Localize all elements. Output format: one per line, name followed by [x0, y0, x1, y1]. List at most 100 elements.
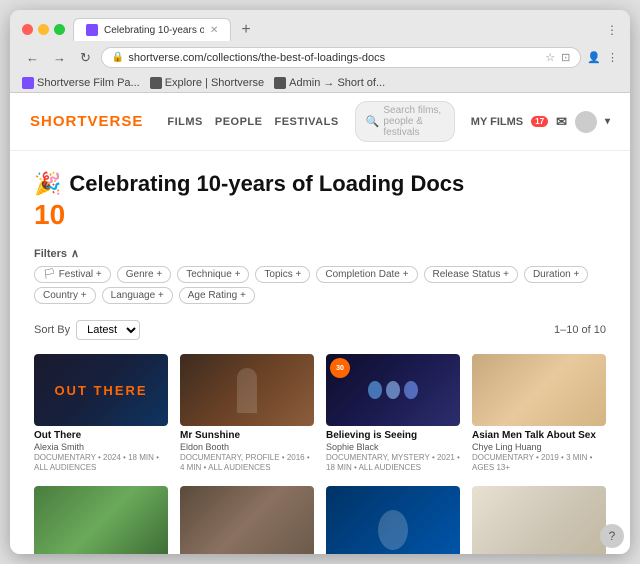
filter-technique[interactable]: Technique + [177, 266, 249, 283]
filters-section: Filters ∧ 🏳 Festival + Genre + Technique… [10, 241, 630, 314]
film-title-0: Out There [34, 430, 168, 441]
filter-festival-icon: 🏳 [43, 269, 56, 280]
pagination-text: 1–10 of 10 [554, 324, 606, 336]
film-title-2: Believing is Seeing [326, 430, 460, 441]
maximize-button[interactable] [54, 24, 65, 35]
filter-pills-row: 🏳 Festival + Genre + Technique + Topics … [34, 266, 606, 283]
bookmark-favicon-2 [150, 77, 162, 89]
filter-festival[interactable]: 🏳 Festival + [34, 266, 111, 283]
collection-title: 🎉 Celebrating 10-years of Loading Docs [34, 171, 606, 197]
forward-button[interactable]: → [49, 48, 70, 67]
avatar[interactable] [575, 111, 597, 133]
site-search[interactable]: 🔍 Search films, people & festivals [355, 101, 455, 142]
sort-row: Sort By Latest 1–10 of 10 [10, 314, 630, 346]
filter-country-label: Country + [43, 290, 87, 301]
film-meta-3: DOCUMENTARY • 2019 • 3 MIN • AGES 13+ [472, 453, 606, 474]
bookmark-favicon-1 [22, 77, 34, 89]
cast-icon[interactable]: ⊡ [561, 51, 570, 64]
sort-select[interactable]: Latest [76, 320, 140, 340]
film-card-2[interactable]: 30 Believing is Seeing Sophie Black DOCU… [326, 354, 460, 474]
browser-menu-icon[interactable]: ⋮ [606, 23, 618, 37]
mr-sunshine-figure [237, 368, 257, 413]
filter-genre[interactable]: Genre + [117, 266, 171, 283]
bookmark-label-3: Admin → Short of... [289, 77, 385, 89]
bookmark-2[interactable]: Explore | Shortverse [150, 77, 264, 89]
refresh-button[interactable]: ↻ [76, 48, 95, 68]
film-director-1: Eldon Booth [180, 442, 314, 452]
film-card-6[interactable]: Water Baby Katharine McElze DOCUMENTARY … [326, 486, 460, 554]
filter-genre-label: Genre + [126, 269, 162, 280]
bookmark-1[interactable]: Shortverse Film Pa... [22, 77, 140, 89]
filter-festival-label: Festival + [59, 269, 102, 280]
nav-films[interactable]: FILMS [167, 116, 203, 128]
url-text: shortverse.com/collections/the-best-of-l… [128, 52, 541, 64]
search-placeholder: Search films, people & festivals [383, 105, 443, 138]
address-bar[interactable]: 🔒 shortverse.com/collections/the-best-of… [101, 47, 581, 68]
address-bar-row: ← → ↻ 🔒 shortverse.com/collections/the-b… [22, 47, 618, 74]
filter-language-label: Language + [111, 290, 164, 301]
browser-window: Celebrating 10-years of L... ✕ + ⋮ ← → ↻… [10, 10, 630, 554]
filter-duration[interactable]: Duration + [524, 266, 588, 283]
title-bar: Celebrating 10-years of L... ✕ + ⋮ ← → ↻… [10, 10, 630, 74]
bookmarks-bar: Shortverse Film Pa... Explore | Shortver… [10, 74, 630, 93]
film-meta-2: DOCUMENTARY, MYSTERY • 2021 • 18 MIN • A… [326, 453, 460, 474]
film-meta-0: DOCUMENTARY • 2024 • 18 MIN • ALL AUDIEN… [34, 453, 168, 474]
tab-close-icon[interactable]: ✕ [210, 25, 218, 36]
title-emoji: 🎉 [34, 171, 61, 197]
site-logo[interactable]: SHORTVERSE [30, 113, 143, 130]
browser-profile-icon[interactable]: 👤 [587, 51, 601, 64]
film-card-0[interactable]: OUT THERE Out There Alexia Smith DOCUMEN… [34, 354, 168, 474]
star-icon[interactable]: ☆ [545, 51, 555, 64]
browser-settings-icon[interactable]: ⋮ [607, 51, 618, 64]
filter-age-rating[interactable]: Age Rating + [179, 287, 255, 304]
film-grid: OUT THERE Out There Alexia Smith DOCUMEN… [10, 346, 630, 554]
nav-links: FILMS PEOPLE FESTIVALS [167, 116, 338, 128]
sort-label: Sort By [34, 324, 70, 336]
chevron-down-icon[interactable]: ▾ [605, 116, 610, 127]
film-card-3[interactable]: Asian Men Talk About Sex Chye Ling Huang… [472, 354, 606, 474]
filter-completion-label: Completion Date + [325, 269, 408, 280]
film-thumb-0: OUT THERE [34, 354, 168, 426]
help-button[interactable]: ? [600, 524, 624, 548]
tabs-row: Celebrating 10-years of L... ✕ + [73, 18, 598, 41]
filter-completion-date[interactable]: Completion Date + [316, 266, 417, 283]
filters-toggle[interactable]: Filters ∧ [34, 247, 606, 260]
back-button[interactable]: ← [22, 48, 43, 67]
tab-title: Celebrating 10-years of L... [104, 25, 204, 36]
filter-release-label: Release Status + [433, 269, 509, 280]
film-card-1[interactable]: Mr Sunshine Eldon Booth DOCUMENTARY, PRO… [180, 354, 314, 474]
filter-duration-label: Duration + [533, 269, 579, 280]
envelope-icon[interactable]: ✉ [556, 114, 567, 130]
notification-badge: 17 [531, 116, 548, 127]
film-card-5[interactable]: The Scam Oliver Dome DOCUMENTARY • 2024 … [180, 486, 314, 554]
film-director-3: Chye Ling Huang [472, 442, 606, 452]
filter-country[interactable]: Country + [34, 287, 96, 304]
new-tab-button[interactable]: + [235, 19, 256, 41]
filter-pills-row-2: Country + Language + Age Rating + [34, 287, 606, 304]
bookmark-3[interactable]: Admin → Short of... [274, 77, 385, 89]
collection-header: 🎉 Celebrating 10-years of Loading Docs 1… [10, 151, 630, 241]
film-title-3: Asian Men Talk About Sex [472, 430, 606, 441]
title-bar-top: Celebrating 10-years of L... ✕ + ⋮ [22, 18, 618, 41]
active-tab[interactable]: Celebrating 10-years of L... ✕ [73, 18, 231, 41]
filter-topics[interactable]: Topics + [255, 266, 310, 283]
film-meta-1: DOCUMENTARY, PROFILE • 2016 • 4 MIN • AL… [180, 453, 314, 474]
minimize-button[interactable] [38, 24, 49, 35]
close-button[interactable] [22, 24, 33, 35]
film-card-7[interactable]: Hear Me Out Jason Ruberg DOCUMENTARY • 2… [472, 486, 606, 554]
filter-language[interactable]: Language + [102, 287, 173, 304]
nav-people[interactable]: PEOPLE [215, 116, 263, 128]
film-director-0: Alexia Smith [34, 442, 168, 452]
bookmark-label-2: Explore | Shortverse [165, 77, 264, 89]
my-films-link[interactable]: MY FILMS [471, 116, 523, 128]
traffic-lights [22, 24, 65, 35]
address-bar-icons: ☆ ⊡ [545, 51, 570, 64]
bookmark-label-1: Shortverse Film Pa... [37, 77, 140, 89]
title-text: Celebrating 10-years of Loading Docs [69, 171, 464, 197]
filter-release-status[interactable]: Release Status + [424, 266, 518, 283]
filter-age-label: Age Rating + [188, 290, 246, 301]
film-card-4[interactable]: Table For One Jenny Guo DOCUMENTARY, PRO… [34, 486, 168, 554]
film-thumb-6 [326, 486, 460, 554]
nav-festivals[interactable]: FESTIVALS [274, 116, 338, 128]
filters-label: Filters [34, 248, 67, 260]
